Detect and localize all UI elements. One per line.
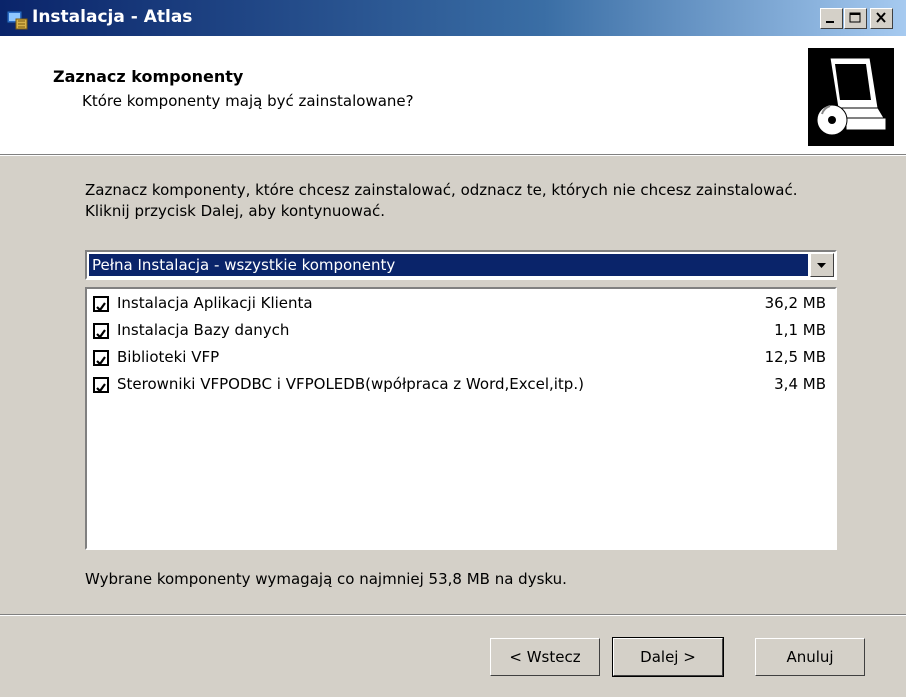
checkmark-icon: [96, 383, 106, 393]
list-item[interactable]: Instalacja Bazy danych 1,1 MB: [93, 320, 831, 342]
component-checkbox[interactable]: [93, 323, 109, 339]
checkmark-icon: [96, 329, 106, 339]
install-type-selected: Pełna Instalacja - wszystkie komponenty: [89, 254, 808, 276]
component-label: Biblioteki VFP: [117, 348, 220, 366]
component-label: Sterowniki VFPODBC i VFPOLEDB(wpółpraca …: [117, 375, 584, 393]
checkmark-icon: [96, 302, 106, 312]
close-icon: [876, 12, 886, 23]
back-button[interactable]: < Wstecz: [490, 638, 600, 676]
chevron-down-icon: [817, 263, 826, 268]
component-size: 36,2 MB: [764, 294, 826, 312]
component-size: 1,1 MB: [774, 321, 826, 339]
wizard-header: Zaznacz komponenty Które komponenty mają…: [0, 36, 906, 155]
component-checkbox[interactable]: [93, 296, 109, 312]
install-type-dropdown[interactable]: Pełna Instalacja - wszystkie komponenty: [85, 250, 837, 280]
minimize-button[interactable]: [820, 8, 843, 29]
list-item[interactable]: Sterowniki VFPODBC i VFPOLEDB(wpółpraca …: [93, 374, 831, 396]
maximize-icon: [849, 12, 861, 23]
footer-separator-highlight: [0, 615, 906, 616]
minimize-icon: [826, 21, 834, 23]
checkmark-icon: [96, 356, 106, 366]
instructions-text: Zaznacz komponenty, które chcesz zainsta…: [85, 181, 798, 220]
header-separator: [0, 155, 906, 156]
page-title: Zaznacz komponenty: [53, 67, 244, 86]
wizard-image: [808, 48, 894, 146]
component-label: Instalacja Bazy danych: [117, 321, 290, 339]
list-item[interactable]: Instalacja Aplikacji Klienta 36,2 MB: [93, 293, 831, 315]
component-label: Instalacja Aplikacji Klienta: [117, 294, 313, 312]
next-button[interactable]: Dalej >: [612, 637, 724, 677]
list-item[interactable]: Biblioteki VFP 12,5 MB: [93, 347, 831, 369]
title-bar[interactable]: Instalacja - Atlas: [0, 0, 906, 36]
component-size: 12,5 MB: [764, 348, 826, 366]
page-subtitle: Które komponenty mają być zainstalowane?: [82, 92, 414, 110]
window-title: Instalacja - Atlas: [32, 7, 193, 27]
dropdown-button[interactable]: [810, 253, 834, 277]
component-size: 3,4 MB: [774, 375, 826, 393]
component-checkbox[interactable]: [93, 377, 109, 393]
component-checkbox[interactable]: [93, 350, 109, 366]
installer-app-icon: [6, 10, 28, 30]
cancel-button[interactable]: Anuluj: [755, 638, 865, 676]
computer-cd-icon: [816, 57, 887, 136]
maximize-button[interactable]: [844, 8, 867, 29]
components-list[interactable]: Instalacja Aplikacji Klienta 36,2 MB Ins…: [85, 287, 837, 550]
close-button[interactable]: [870, 8, 893, 29]
disk-requirement-text: Wybrane komponenty wymagają co najmniej …: [85, 570, 567, 588]
